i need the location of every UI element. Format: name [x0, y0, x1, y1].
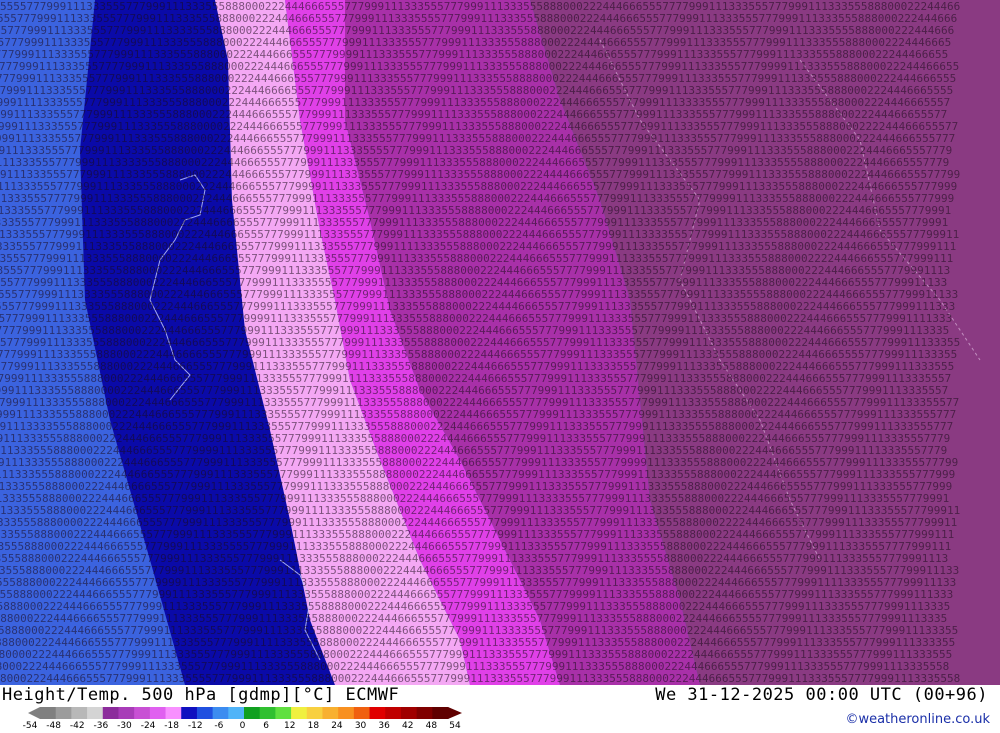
- scale-swatch: [338, 707, 355, 719]
- scale-swatch: [275, 707, 292, 719]
- scale-swatch: [196, 707, 214, 719]
- scale-tick-label: 36: [378, 721, 390, 731]
- scale-tick-label: 48: [425, 721, 438, 731]
- scale-swatch: [259, 707, 276, 719]
- map-footer: Height/Temp. 500 hPa [gdmp][°C] ECMWF We…: [0, 685, 1000, 733]
- scale-swatch: [102, 707, 119, 719]
- scale-swatch: [55, 707, 72, 719]
- color-scale-bar: [28, 707, 462, 719]
- scale-tick-label: -30: [117, 721, 132, 731]
- scale-swatch: [181, 707, 198, 719]
- scale-swatch: [228, 707, 245, 719]
- scale-tick-label: -12: [187, 721, 203, 731]
- map-title: Height/Temp. 500 hPa [gdmp][°C] ECMWF: [2, 685, 400, 705]
- scale-tick-label: -6: [214, 721, 224, 731]
- credit-link[interactable]: ©weatheronline.co.uk: [845, 712, 990, 727]
- scale-arrow-right: [448, 707, 462, 719]
- scale-swatch: [165, 707, 182, 719]
- scale-swatch: [322, 707, 339, 719]
- scale-swatch: [40, 707, 57, 719]
- scale-swatch: [118, 707, 135, 719]
- scale-swatch: [353, 707, 371, 719]
- scale-swatch: [87, 707, 104, 719]
- scale-swatch: [416, 707, 433, 719]
- scale-tick-label: 30: [354, 721, 367, 731]
- weather-map: 5555777999111333555777999111333555888000…: [0, 0, 1000, 685]
- valid-datetime: We 31-12-2025 00:00 UTC (00+96): [655, 685, 988, 705]
- scale-tick-label: -24: [140, 721, 156, 731]
- scale-swatch: [432, 707, 449, 719]
- scale-swatch: [306, 707, 323, 719]
- scale-swatch: [134, 707, 151, 719]
- scale-arrow-left: [28, 707, 40, 719]
- scale-swatch: [71, 707, 88, 719]
- scale-swatch: [385, 707, 402, 719]
- scale-swatch: [400, 707, 418, 719]
- scale-tick-label: 6: [263, 721, 269, 731]
- scale-tick-label: -18: [164, 721, 180, 731]
- scale-tick-label: 18: [307, 721, 320, 731]
- scale-tick-label: -54: [22, 721, 38, 731]
- scale-tick-label: -36: [93, 721, 109, 731]
- scale-swatch: [212, 707, 229, 719]
- scale-tick-label: 0: [239, 721, 246, 731]
- color-scale-ticks: -54 -48 -42 -36 -30 -24 -18 -12 -6 0 6 12 18 24 30 36 42…: [23, 721, 470, 733]
- scale-tick-label: -48: [46, 721, 61, 731]
- scale-swatch: [244, 707, 261, 719]
- contour-digits: 5555777999111333555777999111333555888000…: [0, 0, 960, 685]
- scale-swatch: [291, 707, 308, 719]
- scale-tick-label: 24: [331, 721, 343, 731]
- scale-swatch: [369, 707, 386, 719]
- scale-tick-label: -42: [69, 721, 85, 731]
- scale-tick-label: 42: [402, 721, 414, 731]
- scale-tick-label: 54: [449, 721, 461, 731]
- scale-tick-label: 12: [283, 721, 296, 731]
- digit-row: 8000222444666555777999111333555577799911…: [0, 672, 960, 685]
- scale-swatch: [149, 707, 167, 719]
